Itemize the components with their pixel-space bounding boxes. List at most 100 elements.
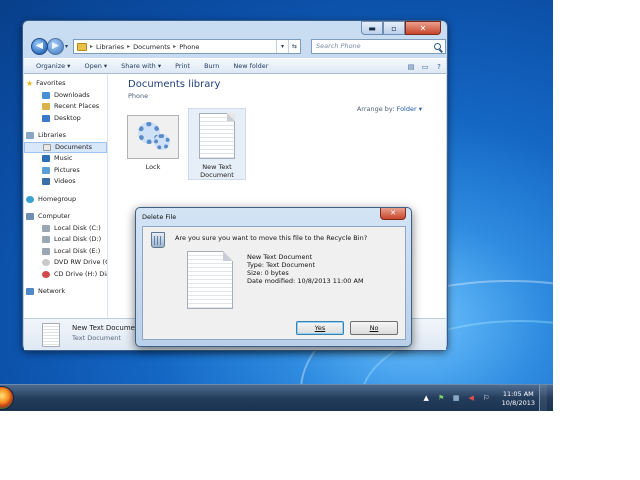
new-folder-button[interactable]: New folder bbox=[226, 58, 275, 74]
flag-icon[interactable]: ⚐ bbox=[482, 394, 491, 403]
dialog-title: Delete File bbox=[142, 213, 177, 221]
recycle-bin-icon bbox=[151, 232, 165, 248]
start-button[interactable] bbox=[0, 386, 14, 410]
nav-item-local-disk-c[interactable]: Local Disk (C:) bbox=[24, 223, 107, 235]
address-controls: ▾ ⇆ bbox=[276, 40, 300, 53]
show-desktop-button[interactable] bbox=[539, 385, 547, 411]
nav-item-documents[interactable]: Documents bbox=[24, 141, 107, 153]
nav-item-label: Pictures bbox=[54, 165, 80, 174]
share-with-menu[interactable]: Share with ▾ bbox=[114, 58, 168, 74]
action-center-icon[interactable]: ⚑ bbox=[437, 394, 446, 403]
nav-network-label: Network bbox=[38, 287, 66, 295]
dialog-date-modified: Date modified: 10/8/2013 11:00 AM bbox=[247, 277, 364, 285]
network-icon bbox=[26, 288, 34, 296]
breadcrumb-libraries[interactable]: Libraries bbox=[96, 43, 124, 51]
minimize-button[interactable]: ▬ bbox=[361, 21, 383, 35]
file-item-lock[interactable]: Lock bbox=[125, 110, 181, 171]
close-button[interactable]: ✕ bbox=[405, 21, 441, 35]
recent-places-icon bbox=[42, 103, 50, 111]
text-document-icon bbox=[187, 251, 233, 309]
search-icon[interactable] bbox=[434, 43, 441, 50]
preview-pane-icon[interactable]: ▭ bbox=[418, 59, 432, 75]
library-subtitle: Phone bbox=[128, 92, 149, 100]
text-document-icon bbox=[199, 113, 235, 159]
breadcrumb-phone[interactable]: Phone bbox=[179, 43, 199, 51]
change-view-icon[interactable]: ▤ bbox=[404, 59, 418, 75]
system-tray: ▲ ⚑ ▦ ◀ ⚐ 11:05 AM 10/8/2013 bbox=[419, 385, 547, 411]
arrange-by: Arrange by: Folder ▾ bbox=[357, 105, 422, 113]
chevron-right-icon: ▸ bbox=[173, 43, 177, 50]
network-icon[interactable]: ▦ bbox=[452, 394, 461, 403]
dvd-drive-icon bbox=[42, 259, 50, 267]
nav-item-recent-places[interactable]: Recent Places bbox=[24, 101, 107, 113]
burn-button[interactable]: Burn bbox=[197, 58, 226, 74]
text-document-icon bbox=[42, 323, 60, 347]
nav-item-label: Documents bbox=[55, 142, 93, 151]
downloads-icon bbox=[42, 91, 50, 99]
nav-item-label: Downloads bbox=[54, 90, 90, 99]
maximize-button[interactable]: ▫ bbox=[383, 21, 405, 35]
view-controls: ▤ ▭ ? bbox=[404, 59, 446, 75]
refresh-button[interactable]: ⇆ bbox=[288, 40, 300, 53]
nav-item-downloads[interactable]: Downloads bbox=[24, 90, 107, 102]
nav-homegroup[interactable]: Homegroup bbox=[24, 194, 107, 206]
arrange-by-dropdown[interactable]: Folder ▾ bbox=[397, 105, 422, 113]
nav-item-label: DVD RW Drive (G:) bbox=[54, 258, 107, 266]
delete-file-dialog: Delete File ✕ Are you sure you want to m… bbox=[135, 207, 412, 347]
dialog-question: Are you sure you want to move this file … bbox=[175, 234, 368, 242]
nav-item-desktop[interactable]: Desktop bbox=[24, 113, 107, 125]
nav-favorites[interactable]: ★ Favorites bbox=[24, 78, 107, 90]
help-icon[interactable]: ? bbox=[432, 59, 446, 75]
yes-button[interactable]: Yes bbox=[296, 321, 344, 335]
nav-item-local-disk-e[interactable]: Local Disk (E:) bbox=[24, 246, 107, 258]
nav-item-label: Local Disk (C:) bbox=[54, 223, 101, 232]
music-icon bbox=[42, 155, 50, 163]
nav-computer-label: Computer bbox=[38, 212, 71, 220]
arrange-by-label: Arrange by: bbox=[356, 105, 395, 113]
nav-favorites-label: Favorites bbox=[36, 79, 66, 87]
recent-pages-dropdown[interactable]: ▾ bbox=[65, 43, 68, 50]
volume-icon[interactable]: ◀ bbox=[467, 394, 476, 403]
nav-item-cd-drive[interactable]: CD Drive (H:) Dia bbox=[24, 269, 107, 281]
details-file-type: Text Document bbox=[72, 334, 121, 342]
clock-time: 11:05 AM bbox=[502, 389, 534, 398]
back-button[interactable]: ◀ bbox=[31, 38, 48, 55]
nav-item-dvd-drive[interactable]: DVD RW Drive (G:) bbox=[24, 257, 107, 269]
file-item-new-text-document[interactable]: New Text Document bbox=[188, 108, 246, 180]
nav-item-label: Local Disk (E:) bbox=[54, 246, 101, 255]
nav-homegroup-label: Homegroup bbox=[38, 194, 77, 203]
chevron-right-icon: ▸ bbox=[127, 43, 131, 50]
print-button[interactable]: Print bbox=[168, 58, 197, 74]
no-button[interactable]: No bbox=[350, 321, 398, 335]
nav-libraries[interactable]: Libraries bbox=[24, 130, 107, 142]
nav-network[interactable]: Network bbox=[24, 286, 107, 298]
nav-item-pictures[interactable]: Pictures bbox=[24, 165, 107, 177]
nav-item-videos[interactable]: Videos bbox=[24, 176, 107, 188]
star-icon: ★ bbox=[26, 79, 34, 88]
forward-button[interactable]: ▶ bbox=[47, 38, 64, 55]
drive-icon bbox=[42, 224, 50, 232]
dialog-close-button[interactable]: ✕ bbox=[380, 208, 406, 220]
show-hidden-icons-icon[interactable]: ▲ bbox=[422, 394, 431, 403]
clock[interactable]: 11:05 AM 10/8/2013 bbox=[502, 390, 535, 408]
taskbar: ▲ ⚑ ▦ ◀ ⚐ 11:05 AM 10/8/2013 bbox=[0, 384, 553, 411]
breadcrumb-documents[interactable]: Documents bbox=[133, 43, 170, 51]
nav-item-local-disk-d[interactable]: Local Disk (D:) bbox=[24, 234, 107, 246]
open-button[interactable]: Open ▾ bbox=[77, 58, 114, 74]
nav-item-label: Local Disk (D:) bbox=[54, 235, 102, 243]
nav-item-music[interactable]: Music bbox=[24, 153, 107, 165]
drive-icon bbox=[42, 247, 50, 255]
file-name: New Text Document bbox=[200, 163, 234, 179]
navigation-bar: ◀ ▶ ▾ ▸ Libraries ▸ Documents ▸ Phone ▾ … bbox=[29, 38, 446, 56]
file-name: Lock bbox=[145, 163, 161, 171]
search-placeholder: Search Phone bbox=[316, 42, 361, 50]
address-bar[interactable]: ▸ Libraries ▸ Documents ▸ Phone ▾ ⇆ bbox=[73, 39, 301, 54]
nav-item-label: Videos bbox=[54, 177, 76, 185]
nav-computer[interactable]: Computer bbox=[24, 211, 107, 223]
cd-drive-icon bbox=[42, 270, 50, 278]
dialog-body: Are you sure you want to move this file … bbox=[142, 226, 406, 340]
dialog-file-type: Type: Text Document bbox=[247, 261, 316, 269]
search-input[interactable]: Search Phone bbox=[311, 39, 446, 54]
address-dropdown-button[interactable]: ▾ bbox=[276, 40, 288, 53]
organize-menu[interactable]: Organize ▾ bbox=[24, 58, 77, 74]
